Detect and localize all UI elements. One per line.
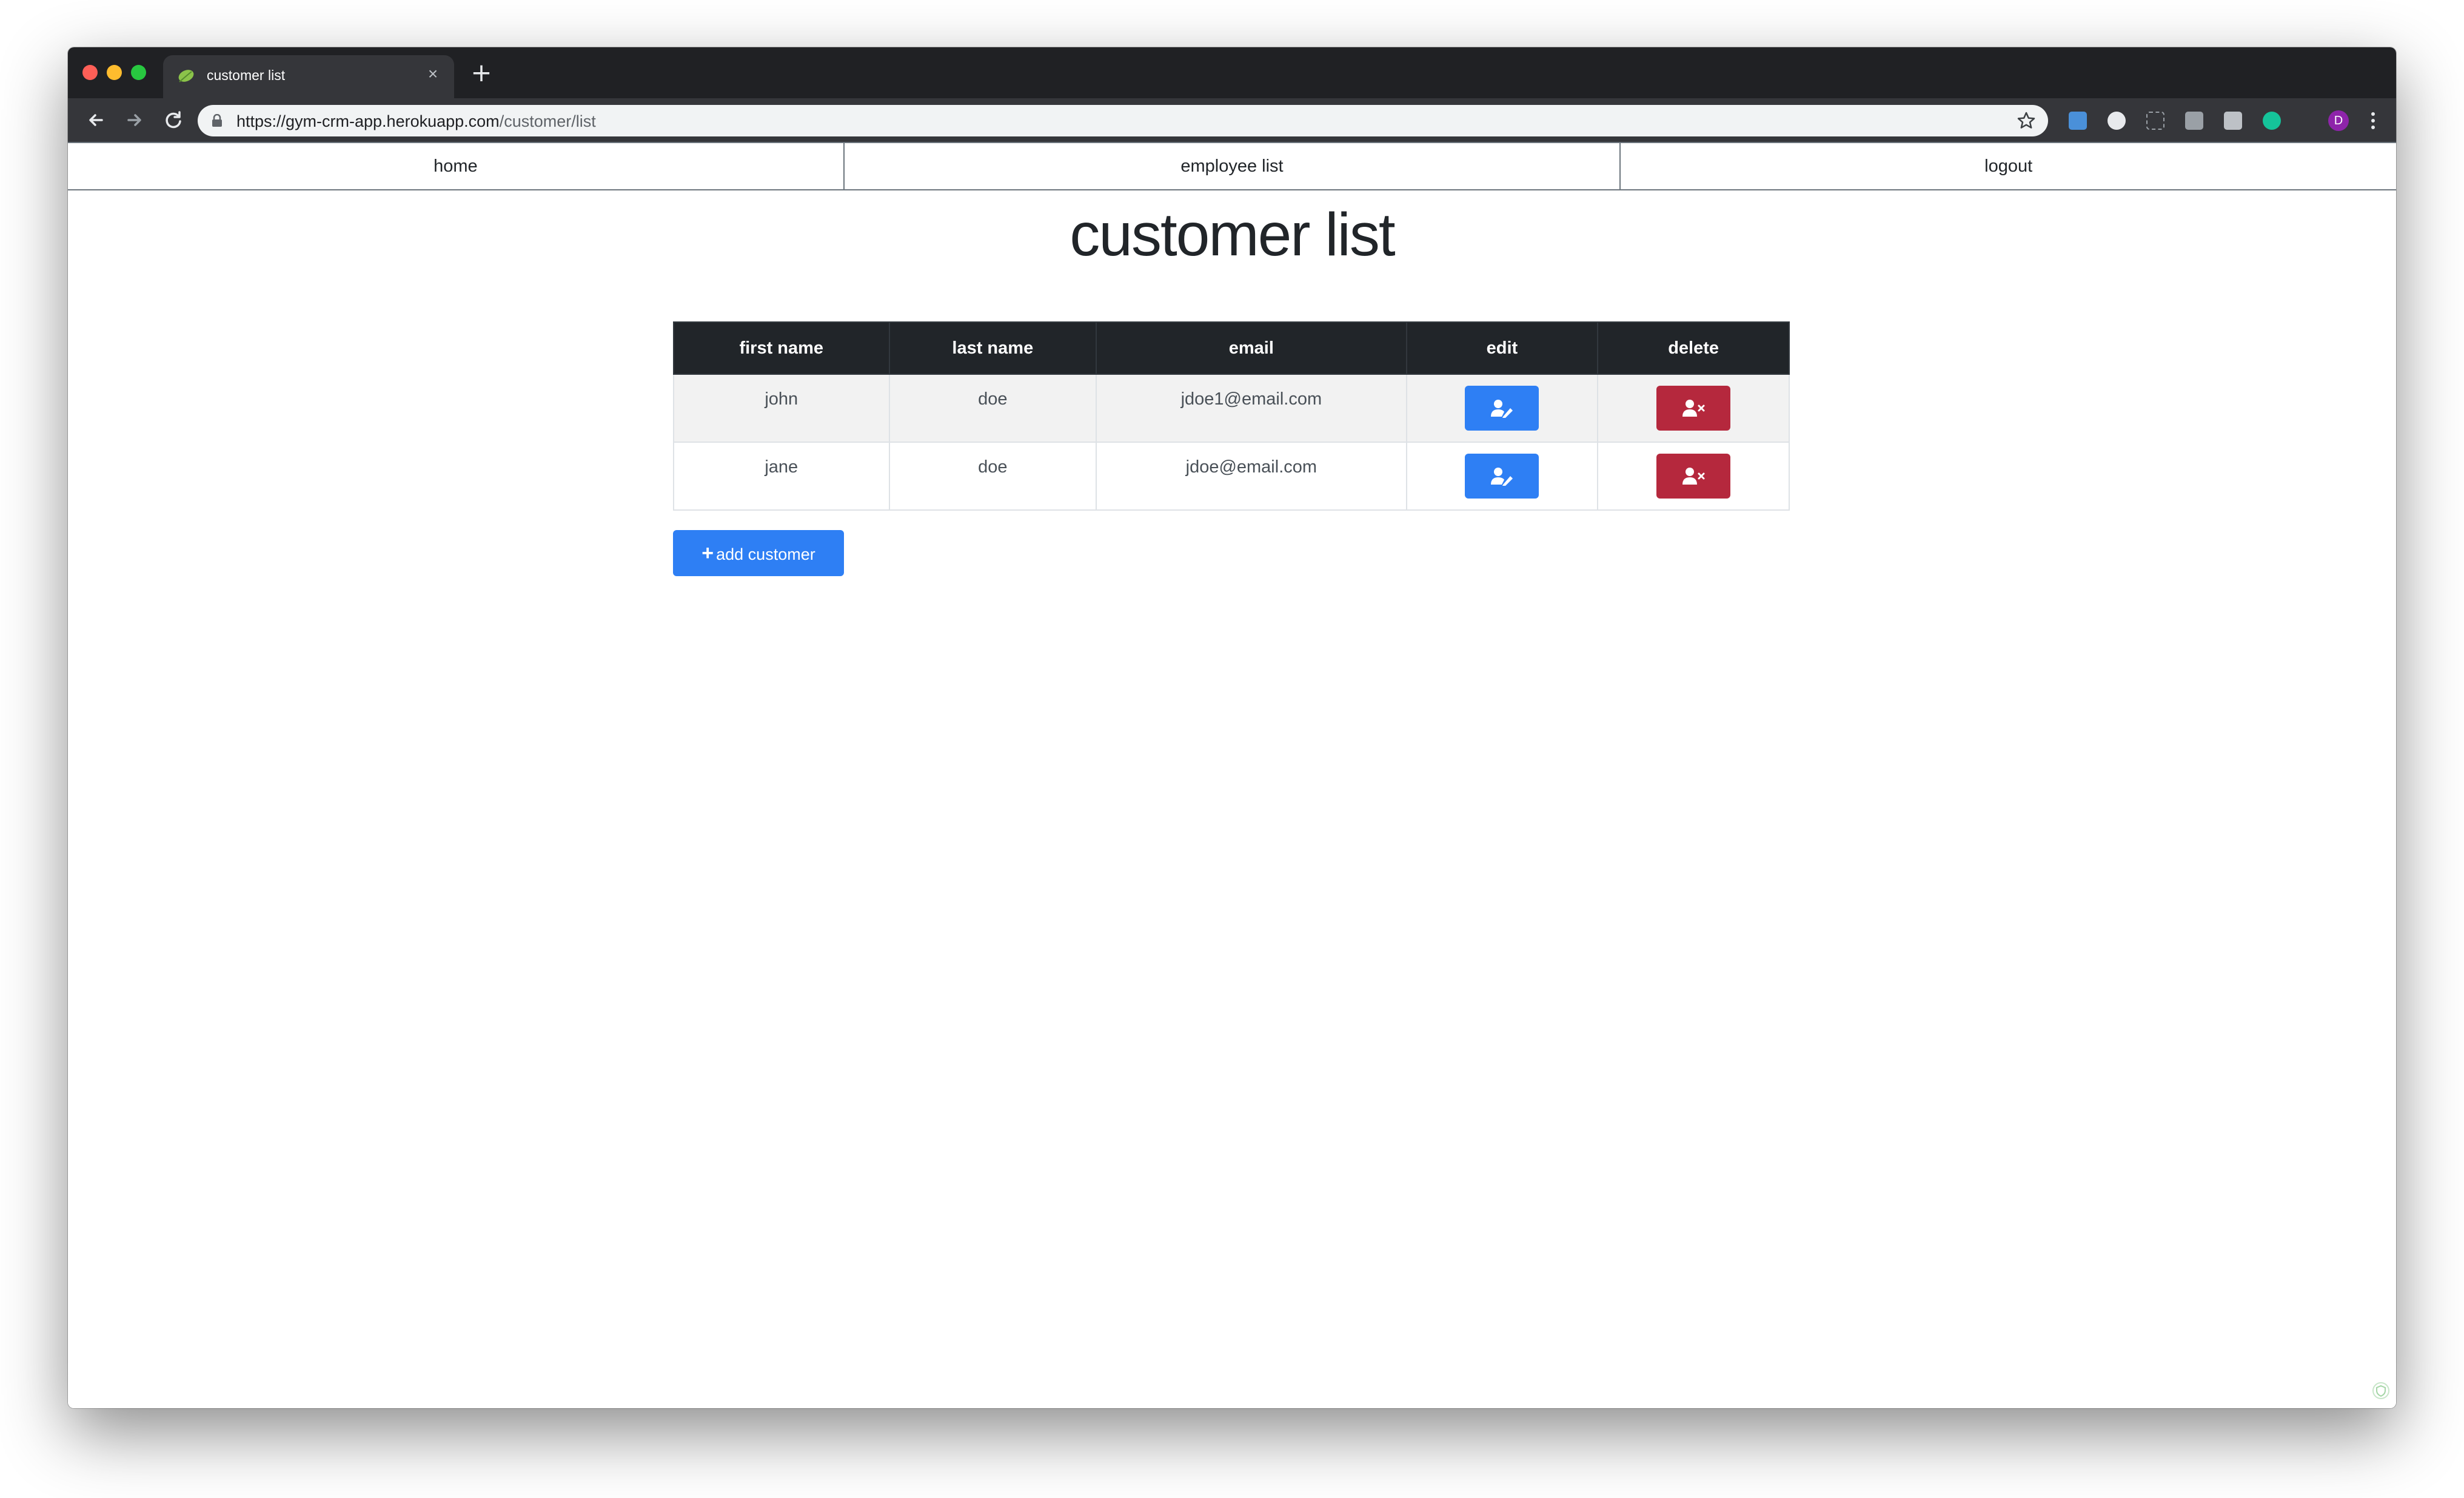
delete-customer-button[interactable] [1656, 454, 1731, 499]
new-tab-button[interactable]: + [468, 59, 495, 86]
user-remove-icon [1682, 468, 1705, 485]
edit-customer-button[interactable] [1465, 386, 1539, 431]
extension-crop-icon[interactable] [2146, 112, 2164, 130]
table-row: jane doe jdoe@email.com [673, 442, 1790, 511]
column-header-edit: edit [1405, 321, 1599, 375]
edit-customer-button[interactable] [1465, 454, 1539, 499]
column-header-last-name: last name [888, 321, 1097, 375]
column-header-delete: delete [1597, 321, 1790, 375]
nav-logout-link[interactable]: logout [1621, 143, 2396, 189]
cell-email: jdoe1@email.com [1096, 374, 1407, 443]
add-customer-button[interactable]: + add customer [673, 530, 844, 576]
extension-camera-icon[interactable] [2224, 112, 2242, 130]
cell-delete [1597, 442, 1790, 511]
url-path: /customer/list [499, 112, 596, 130]
url-host: https://gym-crm-app.herokuapp.com [236, 112, 500, 130]
close-window-button[interactable] [82, 65, 98, 80]
table-header-row: first name last name email edit delete [673, 321, 1790, 375]
delete-customer-button[interactable] [1656, 386, 1731, 431]
url-text: https://gym-crm-app.herokuapp.com/custom… [236, 112, 596, 131]
tab-close-icon[interactable]: × [423, 64, 443, 84]
user-edit-icon [1491, 468, 1513, 486]
reload-icon[interactable] [161, 108, 186, 132]
more-menu-icon[interactable] [2366, 109, 2380, 132]
extension-puzzle-icon[interactable] [2185, 112, 2203, 130]
page-title: customer list [1070, 201, 1395, 269]
minimize-window-button[interactable] [107, 65, 122, 80]
page-viewport: home employee list logout customer list … [68, 142, 2396, 1408]
browser-tab-active[interactable]: customer list × [163, 55, 454, 98]
column-header-first-name: first name [673, 321, 890, 375]
top-navigation: home employee list logout [68, 142, 2396, 190]
cell-last-name: doe [888, 374, 1097, 443]
maximize-window-button[interactable] [131, 65, 146, 80]
tab-strip: customer list × + [68, 47, 2396, 98]
cell-email: jdoe@email.com [1096, 442, 1407, 511]
forward-arrow-icon[interactable] [122, 108, 147, 132]
nav-home-link[interactable]: home [68, 143, 845, 189]
extension-grammarly-icon[interactable] [2263, 112, 2281, 130]
extension-calendar-icon[interactable] [2069, 112, 2087, 130]
customer-table: first name last name email edit delete j… [673, 321, 1790, 511]
browser-toolbar: https://gym-crm-app.herokuapp.com/custom… [68, 98, 2396, 142]
user-remove-icon [1682, 400, 1705, 417]
lock-icon [212, 114, 222, 127]
nav-employee-list-link[interactable]: employee list [845, 143, 1621, 189]
cell-edit [1405, 374, 1599, 443]
leaf-icon [178, 70, 194, 82]
add-customer-label: add customer [716, 545, 815, 563]
column-header-email: email [1096, 321, 1407, 375]
browser-window: customer list × + https://gym-crm-app.he… [68, 47, 2396, 1408]
cell-edit [1405, 442, 1599, 511]
user-edit-icon [1491, 400, 1513, 418]
cell-first-name: jane [673, 442, 890, 511]
address-bar[interactable]: https://gym-crm-app.herokuapp.com/custom… [198, 105, 2048, 136]
cell-delete [1597, 374, 1790, 443]
tab-title: customer list [207, 67, 286, 83]
back-arrow-icon[interactable] [84, 108, 108, 132]
profile-avatar[interactable]: D [2328, 110, 2349, 131]
shield-check-icon [2372, 1382, 2389, 1399]
bookmark-star-icon[interactable] [2017, 111, 2036, 130]
table-row: john doe jdoe1@email.com [673, 374, 1790, 443]
cell-last-name: doe [888, 442, 1097, 511]
extension-globe-icon[interactable] [2107, 112, 2126, 130]
plus-icon: + [701, 542, 714, 565]
cell-first-name: john [673, 374, 890, 443]
